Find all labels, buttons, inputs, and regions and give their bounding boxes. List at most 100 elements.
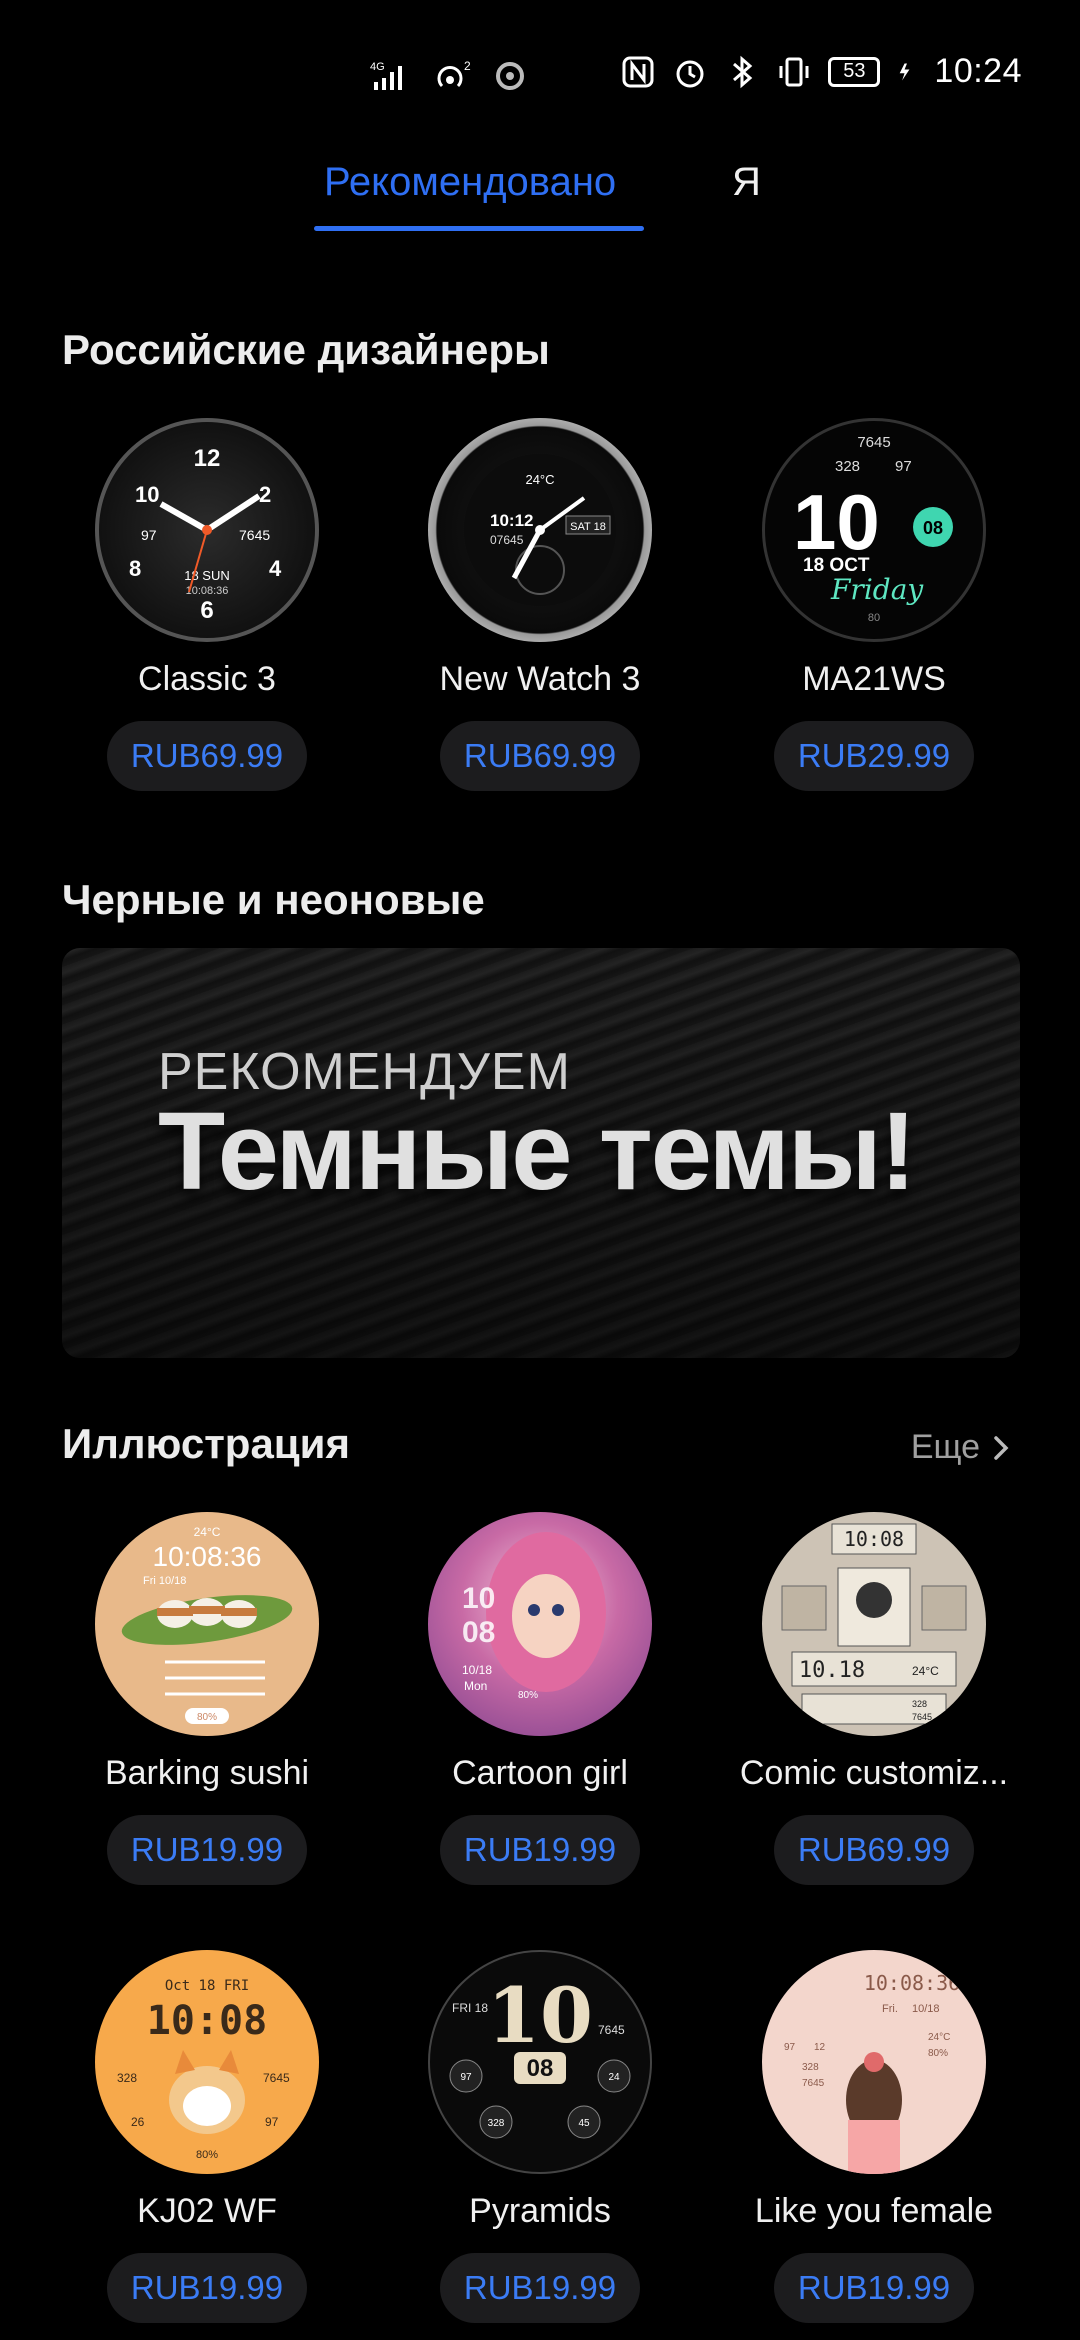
price-button[interactable]: RUB19.99 bbox=[440, 1815, 640, 1885]
tab-bar: Рекомендовано Я bbox=[0, 150, 1080, 240]
svg-text:328: 328 bbox=[488, 2118, 505, 2129]
tab-indicator bbox=[314, 226, 644, 231]
banner-title: Темные темы! bbox=[158, 1090, 916, 1213]
watchface-name: MA21WS bbox=[802, 660, 946, 698]
svg-text:FRI 18: FRI 18 bbox=[452, 2001, 488, 2015]
svg-text:97: 97 bbox=[141, 527, 157, 543]
watchface-name: Comic customiz... bbox=[739, 1754, 1009, 1792]
dial-graphic: 24°C 10:08:36 Fri 10/18 80% bbox=[121, 1525, 293, 1724]
svg-text:7645: 7645 bbox=[912, 1712, 932, 1722]
vibrate-icon bbox=[779, 57, 809, 86]
svg-text:80%: 80% bbox=[518, 1690, 538, 1701]
watchface-card[interactable]: 24°C 10:08:36 Fri 10/18 80% Barking sush… bbox=[57, 1512, 357, 1885]
price-button[interactable]: RUB19.99 bbox=[107, 1815, 307, 1885]
watchface-preview: Oct 18 FRI 10:08 328 7645 26 97 80% bbox=[95, 1950, 319, 2174]
svg-text:10: 10 bbox=[135, 482, 159, 507]
svg-text:12: 12 bbox=[814, 2042, 826, 2053]
battery-icon: 53 bbox=[828, 56, 881, 87]
alarm-icon bbox=[676, 60, 704, 87]
svg-text:26: 26 bbox=[131, 2115, 145, 2129]
watchface-card[interactable]: 10:08 10.18 24°C 328 7645 Comic customiz… bbox=[724, 1512, 1024, 1885]
bluetooth-icon bbox=[733, 55, 753, 88]
sync-icon bbox=[496, 62, 524, 90]
svg-text:45: 45 bbox=[578, 2118, 590, 2129]
svg-text:8: 8 bbox=[129, 556, 141, 581]
svg-text:18 SUN: 18 SUN bbox=[184, 568, 230, 583]
chevron-right-icon bbox=[994, 1435, 1009, 1460]
svg-text:10:08:36: 10:08:36 bbox=[186, 585, 229, 597]
svg-text:SAT 18: SAT 18 bbox=[570, 521, 606, 533]
watchface-card[interactable]: 10:08:36 Fri. 10/18 24°C 80% 97 12 328 7… bbox=[724, 1950, 1024, 2323]
svg-text:08: 08 bbox=[527, 2055, 554, 2082]
dial-graphic: 7645 328 97 10 08 18 OCT Friday 80 bbox=[793, 434, 953, 624]
svg-text:7645: 7645 bbox=[239, 527, 270, 543]
price-button[interactable]: RUB69.99 bbox=[440, 721, 640, 791]
svg-text:328: 328 bbox=[912, 1699, 927, 1709]
watchface-card[interactable]: 7645 328 97 10 08 18 OCT Friday 80 MA21W… bbox=[724, 418, 1024, 791]
svg-text:7645: 7645 bbox=[802, 2078, 825, 2089]
svg-text:24°C: 24°C bbox=[912, 1664, 939, 1678]
svg-text:10:08:36: 10:08:36 bbox=[153, 1541, 262, 1572]
dial-graphic: 10 08 FRI 18 7645 97 24 328 45 bbox=[449, 1971, 631, 2139]
watchface-name: Classic 3 bbox=[138, 660, 276, 698]
dial-graphic: 12 10 2 8 4 6 97 7645 18 SUN 10:08:36 bbox=[129, 445, 282, 624]
price-button[interactable]: RUB69.99 bbox=[107, 721, 307, 791]
svg-text:24°C: 24°C bbox=[525, 472, 554, 487]
svg-text:7645: 7645 bbox=[263, 2071, 290, 2085]
price-button[interactable]: RUB19.99 bbox=[440, 2253, 640, 2323]
watchface-preview: 24°C 10:12 07645 SAT 18 bbox=[428, 418, 652, 642]
svg-text:10:12: 10:12 bbox=[490, 511, 533, 530]
svg-text:Fri.: Fri. bbox=[882, 2003, 898, 2015]
svg-text:Mon: Mon bbox=[464, 1679, 487, 1693]
price-button[interactable]: RUB19.99 bbox=[107, 2253, 307, 2323]
svg-text:12: 12 bbox=[194, 445, 221, 472]
price-button[interactable]: RUB19.99 bbox=[774, 2253, 974, 2323]
tab-me[interactable]: Я bbox=[732, 160, 761, 205]
more-link[interactable]: Еще bbox=[911, 1428, 1010, 1467]
svg-text:6: 6 bbox=[200, 597, 213, 624]
watchface-card[interactable]: Oct 18 FRI 10:08 328 7645 26 97 80% KJ02… bbox=[57, 1950, 357, 2323]
dial-graphic: 10:08:36 Fri. 10/18 24°C 80% 97 12 328 7… bbox=[784, 1971, 960, 2174]
watchface-preview: 10 08 10/18 Mon 80% bbox=[428, 1512, 652, 1736]
watchface-card[interactable]: 12 10 2 8 4 6 97 7645 18 SUN 10:08:36 Cl… bbox=[57, 418, 357, 791]
svg-text:08: 08 bbox=[923, 518, 943, 538]
svg-text:2: 2 bbox=[464, 59, 471, 73]
svg-text:10/18: 10/18 bbox=[462, 1663, 492, 1677]
watchface-preview: 12 10 2 8 4 6 97 7645 18 SUN 10:08:36 bbox=[95, 418, 319, 642]
svg-text:7645: 7645 bbox=[857, 434, 890, 451]
svg-text:Oct 18 FRI: Oct 18 FRI bbox=[165, 1978, 249, 1994]
svg-text:4: 4 bbox=[269, 556, 282, 581]
svg-text:10/18: 10/18 bbox=[912, 2003, 940, 2015]
watchface-card[interactable]: 10 08 FRI 18 7645 97 24 328 45 Pyramids … bbox=[390, 1950, 690, 2323]
watchface-name: Barking sushi bbox=[104, 1754, 310, 1792]
dial-graphic: 10:08 10.18 24°C 328 7645 bbox=[781, 1523, 967, 1725]
svg-text:08: 08 bbox=[462, 1616, 495, 1649]
svg-text:328: 328 bbox=[835, 458, 860, 475]
more-label: Еще bbox=[910, 1428, 980, 1466]
svg-text:80%: 80% bbox=[928, 2048, 948, 2059]
watchface-preview: 7645 328 97 10 08 18 OCT Friday 80 bbox=[762, 418, 986, 642]
price-button[interactable]: RUB29.99 bbox=[774, 721, 974, 791]
dark-themes-banner[interactable]: РЕКОМЕНДУЕМ Темные темы! bbox=[62, 948, 1020, 1358]
watchface-preview: 10:08:36 Fri. 10/18 24°C 80% 97 12 328 7… bbox=[762, 1950, 986, 2174]
price-button[interactable]: RUB69.99 bbox=[774, 1815, 974, 1885]
svg-text:7645: 7645 bbox=[598, 2023, 625, 2037]
svg-text:Fri 10/18: Fri 10/18 bbox=[143, 1575, 186, 1587]
charging-icon bbox=[900, 62, 910, 81]
watchface-card[interactable]: 10 08 10/18 Mon 80% Cartoon girl RUB19.9… bbox=[390, 1512, 690, 1885]
svg-text:80%: 80% bbox=[197, 1712, 217, 1723]
tab-recommended[interactable]: Рекомендовано bbox=[324, 160, 616, 205]
signal-icon: 4G bbox=[370, 61, 402, 90]
watchface-card[interactable]: 24°C 10:12 07645 SAT 18 New Watch 3 RUB6… bbox=[390, 418, 690, 791]
watchface-name: Like you female bbox=[754, 2192, 994, 2230]
svg-text:10:08: 10:08 bbox=[844, 1527, 904, 1551]
svg-text:10: 10 bbox=[462, 1582, 495, 1615]
watchface-preview: 10 08 FRI 18 7645 97 24 328 45 bbox=[428, 1950, 652, 2174]
watchface-name: KJ02 WF bbox=[137, 2192, 277, 2230]
hotspot-icon: 2 bbox=[437, 59, 471, 88]
svg-text:97: 97 bbox=[265, 2115, 279, 2129]
svg-text:Friday: Friday bbox=[830, 573, 924, 606]
watchface-preview: 10:08 10.18 24°C 328 7645 bbox=[762, 1512, 986, 1736]
svg-text:80: 80 bbox=[868, 612, 880, 624]
section-title-russian: Российские дизайнеры bbox=[62, 326, 550, 373]
